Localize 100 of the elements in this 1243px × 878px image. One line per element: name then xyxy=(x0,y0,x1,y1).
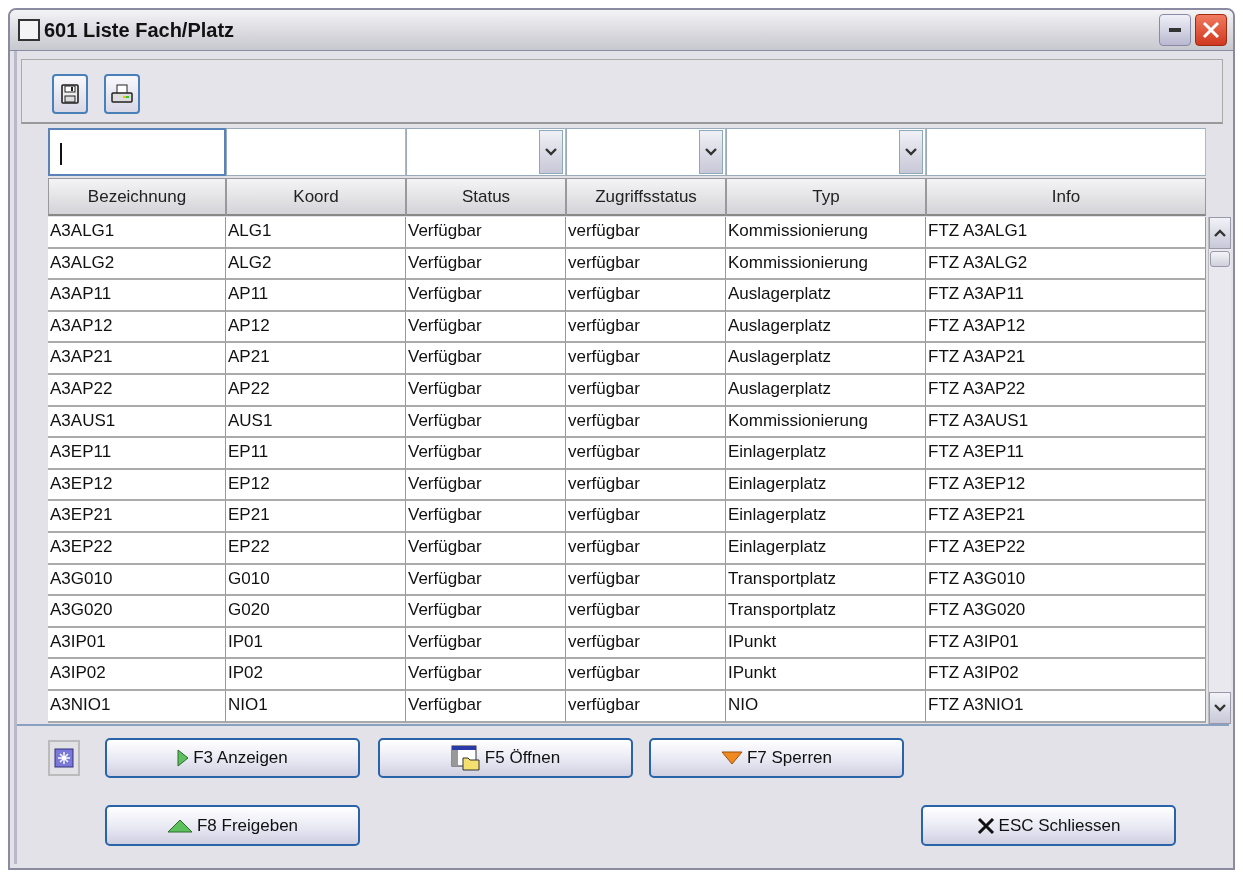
table-cell: FTZ A3EP12 xyxy=(926,469,1206,502)
sparkle-icon xyxy=(54,748,74,768)
table-cell: FTZ A3G020 xyxy=(926,596,1206,628)
open-button[interactable]: F5 Öffnen xyxy=(378,738,633,778)
minimize-icon xyxy=(1169,28,1181,32)
table-cell: AP22 xyxy=(226,374,406,407)
chevron-down-icon xyxy=(545,148,557,156)
table-cell: IP02 xyxy=(226,659,406,691)
close-button[interactable] xyxy=(1195,14,1227,46)
table-cell: Verfügbar xyxy=(406,501,566,533)
table-cell: FTZ A3ALG1 xyxy=(926,217,1206,249)
table-cell: A3AUS1 xyxy=(48,406,226,439)
filter-field[interactable] xyxy=(926,128,1206,176)
table-cell: Kommissionierung xyxy=(726,217,926,249)
table-cell: AP12 xyxy=(226,311,406,344)
close-window-button[interactable]: ESC Schliessen xyxy=(921,805,1176,846)
minimize-button[interactable] xyxy=(1159,14,1191,46)
table-cell: EP12 xyxy=(226,469,406,502)
table-cell: A3EP11 xyxy=(48,438,226,470)
table-cell: A3AP11 xyxy=(48,280,226,312)
table-cell: A3EP22 xyxy=(48,532,226,565)
table-cell: Auslagerplatz xyxy=(726,280,926,312)
chevron-up-icon xyxy=(1214,229,1226,237)
print-button[interactable] xyxy=(104,74,140,114)
scrollbar[interactable] xyxy=(1208,217,1231,724)
up-triangle-icon xyxy=(166,818,193,833)
table-cell: Verfügbar xyxy=(406,659,566,691)
table-cell: IP01 xyxy=(226,627,406,660)
lock-button[interactable]: F7 Sperren xyxy=(649,738,904,778)
filter-field[interactable] xyxy=(48,128,226,176)
table-cell: FTZ A3EP21 xyxy=(926,501,1206,533)
chevron-down-icon xyxy=(905,148,917,156)
table-cell: FTZ A3AUS1 xyxy=(926,406,1206,439)
table-cell: verfügbar xyxy=(566,596,726,628)
table-cell: verfügbar xyxy=(566,501,726,533)
table-cell: ALG1 xyxy=(226,217,406,249)
table-cell: verfügbar xyxy=(566,627,726,660)
table-cell: ALG2 xyxy=(226,248,406,281)
release-button[interactable]: F8 Freigeben xyxy=(105,805,360,846)
table-cell: FTZ A3AP22 xyxy=(926,374,1206,407)
filter-dropdown[interactable] xyxy=(726,128,926,176)
table-cell: Auslagerplatz xyxy=(726,374,926,407)
column-header[interactable]: Info xyxy=(926,178,1206,216)
table-cell: verfügbar xyxy=(566,374,726,407)
table-cell: Verfügbar xyxy=(406,280,566,312)
table-cell: AUS1 xyxy=(226,406,406,439)
table-cell: A3AP21 xyxy=(48,343,226,375)
table-cell: verfügbar xyxy=(566,217,726,249)
column-header[interactable]: Zugriffsstatus xyxy=(566,178,726,216)
table-cell: FTZ A3G010 xyxy=(926,564,1206,597)
table-cell: AP11 xyxy=(226,280,406,312)
table-cell: Einlagerplatz xyxy=(726,469,926,502)
filter-dropdown[interactable] xyxy=(566,128,726,176)
down-triangle-icon xyxy=(720,751,743,765)
table-cell: FTZ A3EP22 xyxy=(926,532,1206,565)
table-cell: EP11 xyxy=(226,438,406,470)
save-button[interactable] xyxy=(52,74,88,114)
table-cell: NIO xyxy=(726,690,926,723)
table-cell: verfügbar xyxy=(566,438,726,470)
scroll-thumb[interactable] xyxy=(1210,251,1230,267)
table-cell: Verfügbar xyxy=(406,690,566,723)
table-cell: Verfügbar xyxy=(406,564,566,597)
table-cell: A3NIO1 xyxy=(48,690,226,723)
column-header[interactable]: Status xyxy=(406,178,566,216)
column-header[interactable]: Bezeichnung xyxy=(48,178,226,216)
filter-dropdown[interactable] xyxy=(406,128,566,176)
table-cell: A3EP12 xyxy=(48,469,226,502)
table-cell: FTZ A3AP12 xyxy=(926,311,1206,344)
chevron-down-icon xyxy=(1214,704,1226,712)
table-cell: verfügbar xyxy=(566,406,726,439)
table-cell: A3ALG2 xyxy=(48,248,226,281)
table-cell: Transportplatz xyxy=(726,596,926,628)
table-cell: Auslagerplatz xyxy=(726,343,926,375)
table-cell: Verfügbar xyxy=(406,438,566,470)
filter-field[interactable] xyxy=(226,128,406,176)
table-cell: verfügbar xyxy=(566,311,726,344)
table-cell: Kommissionierung xyxy=(726,248,926,281)
table-cell: A3EP21 xyxy=(48,501,226,533)
column-header[interactable]: Typ xyxy=(726,178,926,216)
table-cell: verfügbar xyxy=(566,564,726,597)
table-cell: G020 xyxy=(226,596,406,628)
table-cell: Einlagerplatz xyxy=(726,532,926,565)
scroll-up-button[interactable] xyxy=(1209,217,1231,249)
table-cell: Verfügbar xyxy=(406,469,566,502)
table-cell: A3ALG1 xyxy=(48,217,226,249)
column-header[interactable]: Koord xyxy=(226,178,406,216)
table-cell: Einlagerplatz xyxy=(726,501,926,533)
close-icon xyxy=(976,816,995,835)
sparkle-button[interactable] xyxy=(48,740,80,776)
table-cell: A3G020 xyxy=(48,596,226,628)
table-cell: A3IP01 xyxy=(48,627,226,660)
table-cell: verfügbar xyxy=(566,343,726,375)
scroll-down-button[interactable] xyxy=(1209,692,1231,724)
close-icon xyxy=(1201,20,1221,40)
printer-icon xyxy=(111,84,133,104)
table-cell: IPunkt xyxy=(726,627,926,660)
table-cell: NIO1 xyxy=(226,690,406,723)
show-button[interactable]: F3 Anzeigen xyxy=(105,738,360,778)
table-cell: Verfügbar xyxy=(406,217,566,249)
table-cell: Transportplatz xyxy=(726,564,926,597)
